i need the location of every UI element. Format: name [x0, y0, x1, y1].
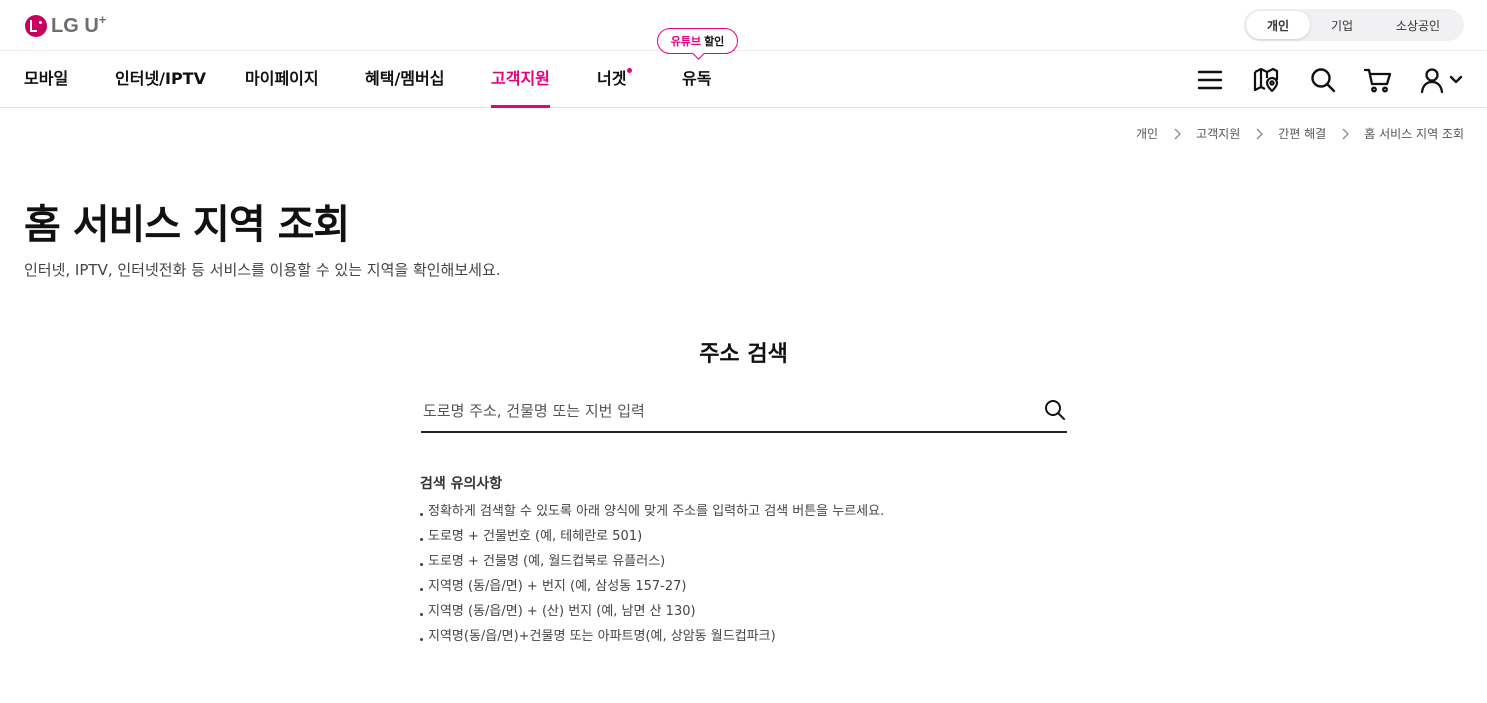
address-search-input[interactable] — [421, 392, 1031, 430]
new-dot-icon — [627, 68, 633, 73]
nav-item-nugget-label: 너겟 — [597, 69, 627, 88]
promo-highlight: 유튜브 — [670, 35, 702, 48]
address-search-box — [421, 392, 1067, 433]
search-notes: 검색 유의사항 정확하게 검색할 수 있도록 아래 양식에 맞게 주소를 입력하… — [420, 474, 1070, 652]
lgu-plus-logo[interactable]: LG U+ — [25, 11, 107, 38]
segment-business[interactable]: 기업 — [1310, 11, 1374, 39]
cart-icon[interactable] — [1364, 66, 1392, 94]
search-icon[interactable] — [1309, 66, 1337, 94]
list-item: 지역명 (동/읍/면) + 번지 (예, 삼성동 157-27) — [420, 577, 1070, 602]
nav-item-udok[interactable]: 유독 — [682, 51, 711, 107]
segment-small-business[interactable]: 소상공인 — [1374, 11, 1462, 39]
breadcrumb-personal[interactable]: 개인 — [1136, 125, 1158, 142]
breadcrumb: 개인 고객지원 간편 해결 홈 서비스 지역 조회 — [1136, 125, 1464, 142]
user-menu[interactable] — [1420, 66, 1464, 94]
logo-text: LG U+ — [51, 11, 107, 37]
nav-item-internet-iptv[interactable]: 인터넷/IPTV — [115, 51, 206, 107]
list-item: 지역명 (동/읍/면) + (산) 번지 (예, 남면 산 130) — [420, 602, 1070, 627]
address-search-title: 주소 검색 — [699, 342, 788, 367]
breadcrumb-support[interactable]: 고객지원 — [1196, 125, 1240, 142]
list-item: 지역명(동/읍/면)+건물명 또는 아파트명(예, 상암동 월드컵파크) — [420, 627, 1070, 652]
search-notes-list: 정확하게 검색할 수 있도록 아래 양식에 맞게 주소를 입력하고 검색 버튼을… — [420, 502, 1070, 652]
search-notes-title: 검색 유의사항 — [420, 476, 503, 492]
lg-logo-icon — [25, 15, 47, 37]
breadcrumb-current: 홈 서비스 지역 조회 — [1364, 127, 1464, 141]
list-item: 도로명 + 건물번호 (예, 테헤란로 501) — [420, 527, 1070, 552]
chevron-right-icon — [1165, 126, 1189, 142]
chevron-right-icon — [1247, 126, 1271, 142]
main-nav: 모바일 인터넷/IPTV 마이페이지 혜택/멤버십 고객지원 너겟 유독 — [0, 51, 1487, 108]
chevron-right-icon — [1333, 126, 1357, 142]
nav-item-mypage[interactable]: 마이페이지 — [245, 51, 319, 107]
menu-icon[interactable] — [1196, 66, 1224, 94]
segment-personal[interactable]: 개인 — [1246, 11, 1310, 39]
youtube-discount-badge[interactable]: 유튜브 할인 — [657, 28, 738, 54]
search-icon — [1045, 400, 1065, 420]
list-item: 정확하게 검색할 수 있도록 아래 양식에 맞게 주소를 입력하고 검색 버튼을… — [420, 502, 1070, 527]
store-map-icon[interactable] — [1252, 66, 1280, 94]
page-description: 인터넷, IPTV, 인터넷전화 등 서비스를 이용할 수 있는 지역을 확인해… — [24, 261, 501, 279]
top-bar: LG U+ 개인 기업 소상공인 — [0, 0, 1487, 51]
breadcrumb-easy-solve[interactable]: 간편 해결 — [1278, 125, 1326, 142]
page-title: 홈 서비스 지역 조회 — [24, 202, 350, 248]
nav-item-nugget[interactable]: 너겟 — [597, 51, 633, 107]
nav-item-support[interactable]: 고객지원 — [491, 51, 550, 108]
customer-type-switch: 개인 기업 소상공인 — [1244, 9, 1464, 41]
search-button[interactable] — [1043, 398, 1067, 422]
promo-text: 할인 — [704, 35, 725, 48]
nav-item-benefits[interactable]: 혜택/멤버십 — [365, 51, 444, 107]
nav-item-mobile[interactable]: 모바일 — [24, 51, 68, 107]
list-item: 도로명 + 건물명 (예, 월드컵북로 유플러스) — [420, 552, 1070, 577]
